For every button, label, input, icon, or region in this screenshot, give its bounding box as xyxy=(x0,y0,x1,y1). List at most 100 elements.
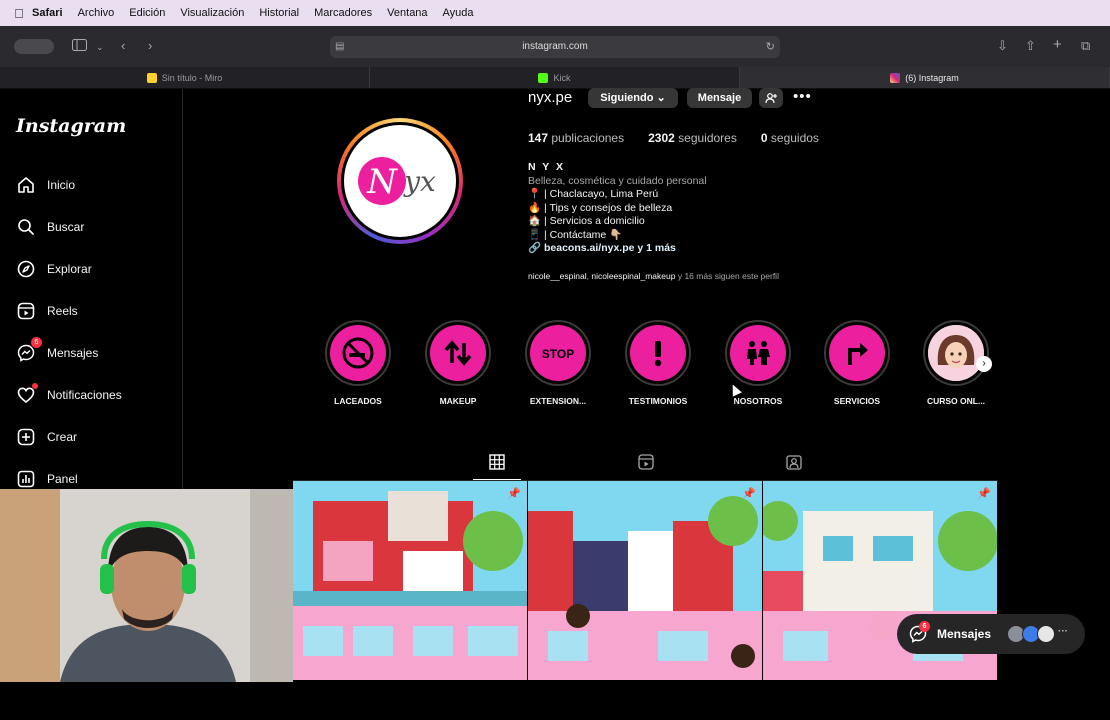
highlight-ring: STOP xyxy=(525,320,591,386)
menu-historial[interactable]: Historial xyxy=(259,7,299,19)
messages-badge: 6 xyxy=(919,621,930,632)
following-button[interactable]: Siguiendo ⌄ xyxy=(588,88,678,108)
page-menu-icon[interactable]: ▤ xyxy=(335,36,344,58)
highlight-nosotros[interactable]: NOSOTROS xyxy=(718,320,798,406)
sidebar-item-reels[interactable]: Reels xyxy=(16,299,78,323)
chart-icon xyxy=(16,469,36,489)
reload-icon[interactable]: ↻ xyxy=(766,36,775,58)
chevron-down-icon: ⌄ xyxy=(656,92,666,104)
more-options-icon[interactable]: ••• xyxy=(793,88,812,105)
menu-ventana[interactable]: Ventana xyxy=(387,7,427,19)
highlight-ring xyxy=(325,320,391,386)
back-icon[interactable]: ‹ xyxy=(121,38,125,54)
sidebar-item-explorar[interactable]: Explorar xyxy=(16,257,92,281)
menu-marcadores[interactable]: Marcadores xyxy=(314,7,372,19)
menu-ayuda[interactable]: Ayuda xyxy=(443,7,474,19)
kick-favicon-icon xyxy=(538,72,549,83)
tab-group-pill[interactable] xyxy=(14,39,54,54)
pin-icon: 📌 xyxy=(742,488,756,500)
add-person-icon xyxy=(765,93,777,104)
messages-badge: 6 xyxy=(31,337,42,348)
menu-safari[interactable]: Safari xyxy=(32,7,63,19)
tab-kick[interactable]: Kick xyxy=(370,67,740,88)
highlight-testimonios[interactable]: TESTIMONIOS xyxy=(618,320,698,406)
bottom-bar xyxy=(0,682,1110,720)
follower-user-2[interactable]: nicoleespinal_makeup xyxy=(591,271,675,281)
instagram-favicon-icon xyxy=(890,72,901,83)
messages-floating-button[interactable]: 6 Mensajes ··· xyxy=(897,614,1085,654)
suggest-user-button[interactable] xyxy=(759,88,783,108)
profile-avatar[interactable]: N yx xyxy=(337,118,463,244)
bio-line: 📱 | Contáctame 👇🏼 xyxy=(528,228,623,241)
apple-icon[interactable]:  xyxy=(6,6,32,21)
followed-by-text[interactable]: nicole__espinal, nicoleespinal_makeup y … xyxy=(528,271,779,281)
browser-toolbar: ⌄ ‹ › ▤ instagram.com ↻ ⇩ ⇧ + ⧉ xyxy=(0,26,1110,67)
url-text: instagram.com xyxy=(522,41,588,52)
reels-icon xyxy=(638,454,654,470)
active-tab-indicator xyxy=(473,479,521,480)
highlight-label: TESTIMONIOS xyxy=(628,396,688,406)
macos-menu-bar:  Safari Archivo Edición Visualización H… xyxy=(0,0,1110,26)
nyx-logo-image: N yx xyxy=(344,125,456,237)
new-tab-icon[interactable]: + xyxy=(1053,37,1062,53)
post-thumbnail[interactable]: 📌 xyxy=(293,481,528,680)
compass-icon xyxy=(16,259,36,279)
chevron-down-icon[interactable]: ⌄ xyxy=(96,39,104,55)
tab-instagram[interactable]: (6) Instagram xyxy=(740,67,1110,88)
forward-icon[interactable]: › xyxy=(148,38,152,54)
follower-user-1[interactable]: nicole__espinal xyxy=(528,271,587,281)
messenger-icon: 6 xyxy=(16,337,42,363)
share-icon[interactable]: ⇧ xyxy=(1025,38,1036,54)
tab-miro[interactable]: Sin título - Miro xyxy=(0,67,370,88)
highlight-label: EXTENSION... xyxy=(529,396,587,406)
bio-link[interactable]: beacons.ai/nyx.pe y 1 más xyxy=(544,242,676,254)
plus-square-icon xyxy=(16,427,36,447)
sidebar-item-inicio[interactable]: Inicio xyxy=(16,173,75,197)
pin-icon: 📌 xyxy=(977,488,991,500)
more-dots-icon[interactable]: ··· xyxy=(1058,626,1068,637)
address-bar[interactable]: ▤ instagram.com ↻ xyxy=(330,36,780,58)
post-thumbnail[interactable]: 📌 xyxy=(528,481,763,680)
followers-stat[interactable]: 2302 seguidores xyxy=(648,131,737,145)
highlight-ring xyxy=(824,320,890,386)
reels-tab[interactable] xyxy=(638,454,656,472)
menu-archivo[interactable]: Archivo xyxy=(78,7,115,19)
sidebar-item-notificaciones[interactable]: Notificaciones xyxy=(16,383,122,407)
menu-edicion[interactable]: Edición xyxy=(129,7,165,19)
highlight-label: SERVICIOS xyxy=(833,396,881,406)
highlight-makeup[interactable]: MAKEUP xyxy=(418,320,498,406)
bio-link-row[interactable]: 🔗 beacons.ai/nyx.pe y 1 más xyxy=(528,242,707,256)
bio-line: 🔥 | Tips y consejos de belleza xyxy=(528,201,673,214)
sidebar-item-label: Inicio xyxy=(47,178,76,192)
sidebar-item-mensajes[interactable]: 6 Mensajes xyxy=(16,337,98,365)
highlights-next-icon[interactable]: › xyxy=(976,356,992,372)
highlight-servicios[interactable]: SERVICIOS xyxy=(817,320,897,406)
up-down-arrows-icon xyxy=(430,325,486,381)
highlight-laceados[interactable]: LACEADOS xyxy=(318,320,398,406)
instagram-logo[interactable]: Instagram xyxy=(16,115,126,137)
sidebar-item-crear[interactable]: Crear xyxy=(16,425,77,449)
menu-visualizacion[interactable]: Visualización xyxy=(180,7,244,19)
tab-overview-icon[interactable]: ⧉ xyxy=(1081,38,1090,54)
sidebar-item-label: Panel xyxy=(47,472,78,486)
download-icon[interactable]: ⇩ xyxy=(997,38,1008,54)
profile-username: nyx.pe xyxy=(528,89,573,106)
following-stat[interactable]: 0 seguidos xyxy=(761,131,819,145)
following-count: 0 xyxy=(760,131,768,145)
sidebar-toggle-icon[interactable] xyxy=(72,39,87,55)
exclamation-icon xyxy=(630,325,686,381)
profile-full-name: N Y X xyxy=(528,161,566,173)
highlight-extension[interactable]: STOP EXTENSION... xyxy=(518,320,598,406)
message-button[interactable]: Mensaje xyxy=(687,88,752,108)
svg-text:N: N xyxy=(366,162,398,202)
sidebar-item-panel[interactable]: Panel xyxy=(16,467,78,491)
avatar-girl xyxy=(928,325,984,381)
highlight-label: NOSOTROS xyxy=(733,396,783,406)
grid-icon xyxy=(489,454,505,470)
posts-grid-tab[interactable] xyxy=(489,454,507,472)
svg-text:STOP: STOP xyxy=(542,347,574,361)
tagged-tab[interactable] xyxy=(786,454,804,472)
miro-favicon-icon xyxy=(146,72,157,83)
sidebar-item-buscar[interactable]: Buscar xyxy=(16,215,84,239)
avatar-border: N yx xyxy=(341,122,459,240)
